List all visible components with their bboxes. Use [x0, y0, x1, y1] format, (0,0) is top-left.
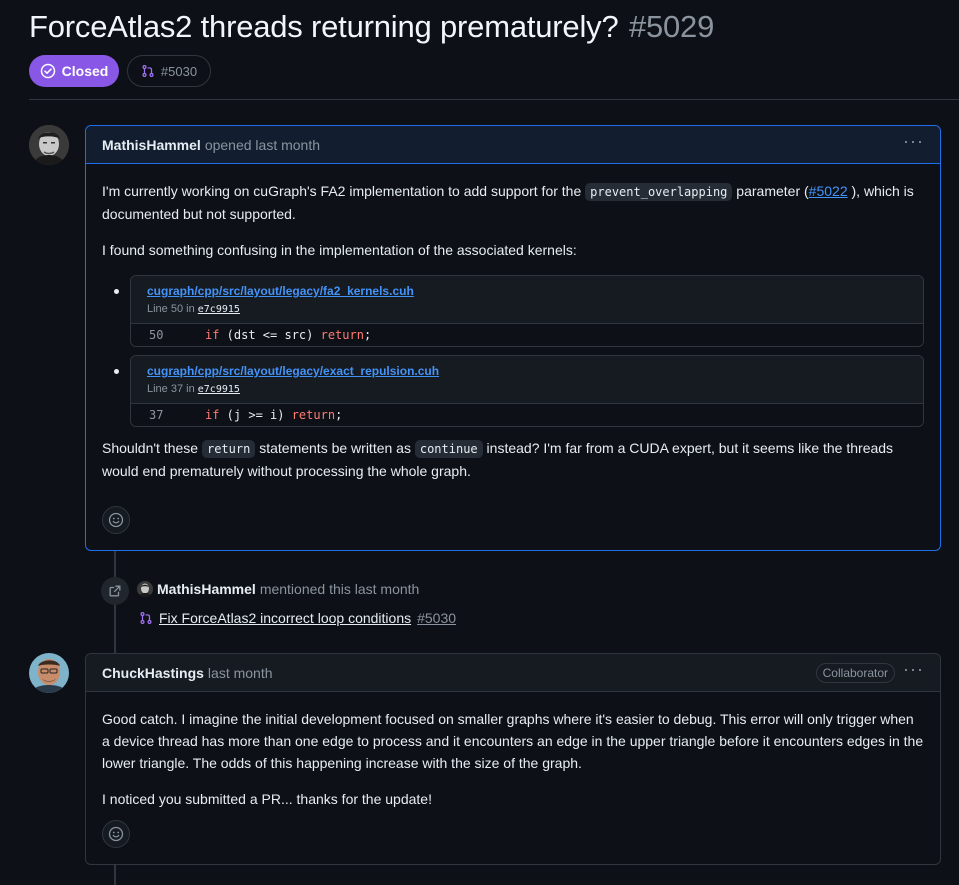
- snippet-line-meta: Line 37 in e7c9915: [147, 383, 240, 395]
- snippet-line-meta: Line 50 in e7c9915: [147, 303, 240, 315]
- comment-paragraph: I'm currently working on cuGraph's FA2 i…: [102, 180, 924, 225]
- line-number: 50: [149, 328, 164, 342]
- check-circle-icon: [40, 63, 55, 79]
- add-reaction-button[interactable]: [102, 506, 130, 534]
- avatar-chuckhastings[interactable]: [29, 653, 69, 693]
- event-author[interactable]: MathisHammel: [157, 581, 256, 597]
- avatar-image: [29, 653, 69, 693]
- code-text: if (dst <= src) return;: [191, 324, 371, 346]
- keyword: return: [320, 328, 364, 342]
- linked-pr-number: #5030: [160, 63, 198, 79]
- mini-avatar-image: [137, 581, 153, 597]
- comment-author[interactable]: ChuckHastings: [102, 665, 204, 681]
- avatar-mathishammel[interactable]: [29, 125, 69, 165]
- text: I'm currently working on cuGraph's FA2 i…: [102, 183, 586, 199]
- comment-body: I'm currently working on cuGraph's FA2 i…: [86, 164, 940, 512]
- issue-title-text: ForceAtlas2 threads returning prematurel…: [29, 9, 619, 44]
- add-reaction-button[interactable]: [102, 820, 130, 848]
- comment-meta[interactable]: last month: [208, 665, 273, 681]
- inline-code: prevent_overlapping: [585, 183, 733, 201]
- snippet-file-link[interactable]: cugraph/cpp/src/layout/legacy/exact_repu…: [147, 364, 439, 378]
- line-number: 37: [149, 408, 164, 422]
- link-external-icon: [109, 585, 121, 597]
- text: parameter (: [732, 183, 809, 199]
- comment-author[interactable]: MathisHammel: [102, 137, 201, 153]
- code-text: if (j >= i) return;: [191, 404, 342, 426]
- pr-title-link[interactable]: Fix ForceAtlas2 incorrect loop condition…: [159, 610, 411, 626]
- kebab-horizontal-icon[interactable]: ···: [903, 132, 924, 158]
- comment-body: Good catch. I imagine the initial develo…: [86, 692, 940, 840]
- issue-number: #5029: [628, 9, 715, 44]
- line-label: Line 50 in: [147, 303, 198, 315]
- code: (dst <= src): [219, 328, 321, 342]
- snippet-code-line: 50 if (dst <= src) return;: [131, 324, 923, 346]
- snippet-code-line: 37 if (j >= i) return;: [131, 404, 923, 426]
- snippet-file-link[interactable]: cugraph/cpp/src/layout/legacy/fa2_kernel…: [147, 284, 414, 298]
- event-summary: MathisHammel mentioned this last month: [137, 581, 419, 597]
- snippet-list: cugraph/cpp/src/layout/legacy/fa2_kernel…: [102, 275, 924, 427]
- commit-link[interactable]: e7c9915: [198, 304, 240, 315]
- comment-paragraph: Good catch. I imagine the initial develo…: [102, 711, 924, 771]
- smiley-icon: [108, 826, 124, 842]
- list-item: cugraph/cpp/src/layout/legacy/fa2_kernel…: [102, 275, 924, 347]
- closed-state-badge: Closed: [29, 55, 119, 87]
- inline-code: continue: [414, 440, 483, 458]
- collaborator-comment: ChuckHastings last month Collaborator ··…: [85, 653, 941, 865]
- collaborator-badge: Collaborator: [815, 662, 896, 683]
- avatar-image: [29, 125, 69, 165]
- comment-paragraph: Shouldn't these return statements be wri…: [102, 437, 924, 482]
- event-badge: [101, 577, 129, 605]
- issue-description-comment: MathisHammel opened last month ··· I'm c…: [85, 125, 941, 551]
- inline-code: return: [201, 440, 256, 458]
- issue-title: ForceAtlas2 threads returning prematurel…: [29, 9, 714, 45]
- comment-paragraph: I noticed you submitted a PR... thanks f…: [102, 791, 432, 807]
- commit-link[interactable]: e7c9915: [198, 384, 240, 395]
- code: ;: [335, 408, 343, 422]
- snippet-header: cugraph/cpp/src/layout/legacy/fa2_kernel…: [131, 276, 923, 324]
- bullet: [114, 369, 119, 374]
- text: statements be written as: [255, 440, 415, 456]
- linked-pr-chip[interactable]: #5030: [127, 55, 211, 87]
- event-meta[interactable]: mentioned this last month: [260, 581, 420, 597]
- header-divider: [29, 99, 959, 100]
- keyword: if: [205, 408, 220, 422]
- state-label: Closed: [61, 63, 109, 79]
- keyword: return: [291, 408, 336, 422]
- comment-paragraph: I found something confusing in the imple…: [102, 242, 577, 258]
- code-snippet: cugraph/cpp/src/layout/legacy/exact_repu…: [130, 355, 924, 427]
- pr-number-link[interactable]: #5030: [417, 610, 456, 626]
- comment-meta[interactable]: opened last month: [205, 137, 320, 153]
- issue-link[interactable]: #5022: [809, 183, 848, 199]
- line-label: Line 37 in: [147, 383, 198, 395]
- comment-header: MathisHammel opened last month ···: [86, 126, 940, 164]
- git-pull-request-icon: [142, 65, 154, 77]
- keyword: if: [205, 328, 220, 342]
- git-pull-request-icon: [140, 612, 152, 624]
- kebab-horizontal-icon[interactable]: ···: [903, 660, 924, 686]
- comment-header: ChuckHastings last month Collaborator ··…: [86, 654, 940, 692]
- code: ;: [363, 328, 372, 342]
- code: (j >= i): [219, 408, 292, 422]
- text: Shouldn't these: [102, 440, 202, 456]
- bullet: [114, 289, 119, 294]
- mini-avatar[interactable]: [137, 581, 153, 597]
- snippet-header: cugraph/cpp/src/layout/legacy/exact_repu…: [131, 356, 923, 404]
- smiley-icon: [108, 512, 124, 528]
- referenced-pr[interactable]: Fix ForceAtlas2 incorrect loop condition…: [139, 610, 456, 626]
- list-item: cugraph/cpp/src/layout/legacy/exact_repu…: [102, 355, 924, 427]
- code-snippet: cugraph/cpp/src/layout/legacy/fa2_kernel…: [130, 275, 924, 347]
